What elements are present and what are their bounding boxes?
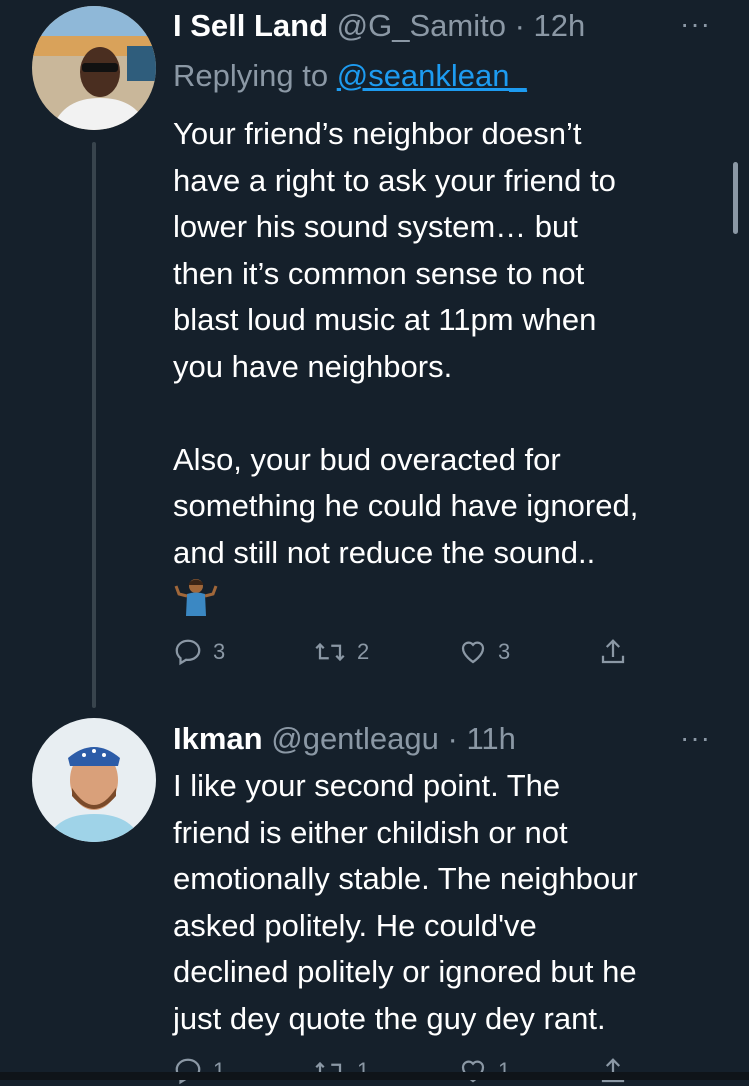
tweet-text: Your friend’s neighbor doesn’t have a ri… <box>173 116 639 570</box>
reply-count: 3 <box>213 639 226 664</box>
more-options-icon[interactable]: ··· <box>680 10 711 38</box>
scrollbar[interactable] <box>733 162 738 234</box>
bottom-edge <box>0 1072 749 1080</box>
replying-to-label: Replying to <box>173 58 329 93</box>
heart-icon <box>461 641 485 664</box>
replying-to-handle-link[interactable]: @seanklean_ <box>337 58 527 93</box>
tweet-actions: 3 2 3 <box>173 637 643 667</box>
retweet-count: 1 <box>357 1058 370 1083</box>
reply-count: 1 <box>213 1058 226 1083</box>
heart-icon <box>461 1060 485 1083</box>
retweet-button[interactable]: 2 <box>313 637 458 667</box>
tweet-header: I Sell Land @G_Samito · 12h <box>173 6 585 46</box>
reply-button[interactable]: 1 <box>173 1056 313 1086</box>
share-button[interactable] <box>598 637 628 667</box>
share-button[interactable] <box>598 1056 628 1086</box>
reply-icon <box>175 639 201 666</box>
retweet-count: 2 <box>357 639 370 664</box>
replying-to: Replying to @seanklean_ <box>173 56 527 96</box>
display-name[interactable]: I Sell Land <box>173 8 328 43</box>
reply-icon <box>175 1058 201 1085</box>
avatar[interactable] <box>32 718 156 842</box>
person-shrugging-emoji <box>173 576 219 616</box>
tweet-actions: 1 1 1 <box>173 1056 643 1086</box>
retweet-button[interactable]: 1 <box>313 1056 458 1086</box>
user-handle[interactable]: @gentleagu <box>271 721 439 756</box>
avatar[interactable] <box>32 6 156 130</box>
like-count: 1 <box>498 1058 511 1083</box>
more-options-icon[interactable]: ··· <box>680 724 711 752</box>
retweet-icon <box>315 642 345 662</box>
user-handle[interactable]: @G_Samito <box>337 8 506 43</box>
timestamp[interactable]: 11h <box>466 721 515 756</box>
tweet-text: I like your second point. The friend is … <box>173 768 638 1036</box>
separator-dot: · <box>514 8 525 43</box>
retweet-icon <box>315 1061 345 1081</box>
tweet-header: Ikman @gentleagu · 11h <box>173 719 516 759</box>
like-button[interactable]: 1 <box>458 1056 598 1086</box>
separator-dot: · <box>447 721 458 756</box>
display-name[interactable]: Ikman <box>173 721 263 756</box>
share-icon <box>601 639 625 664</box>
share-icon <box>601 1058 625 1083</box>
like-count: 3 <box>498 639 511 664</box>
like-button[interactable]: 3 <box>458 637 598 667</box>
timestamp[interactable]: 12h <box>534 8 586 43</box>
thread-line <box>92 142 96 708</box>
reply-button[interactable]: 3 <box>173 637 313 667</box>
